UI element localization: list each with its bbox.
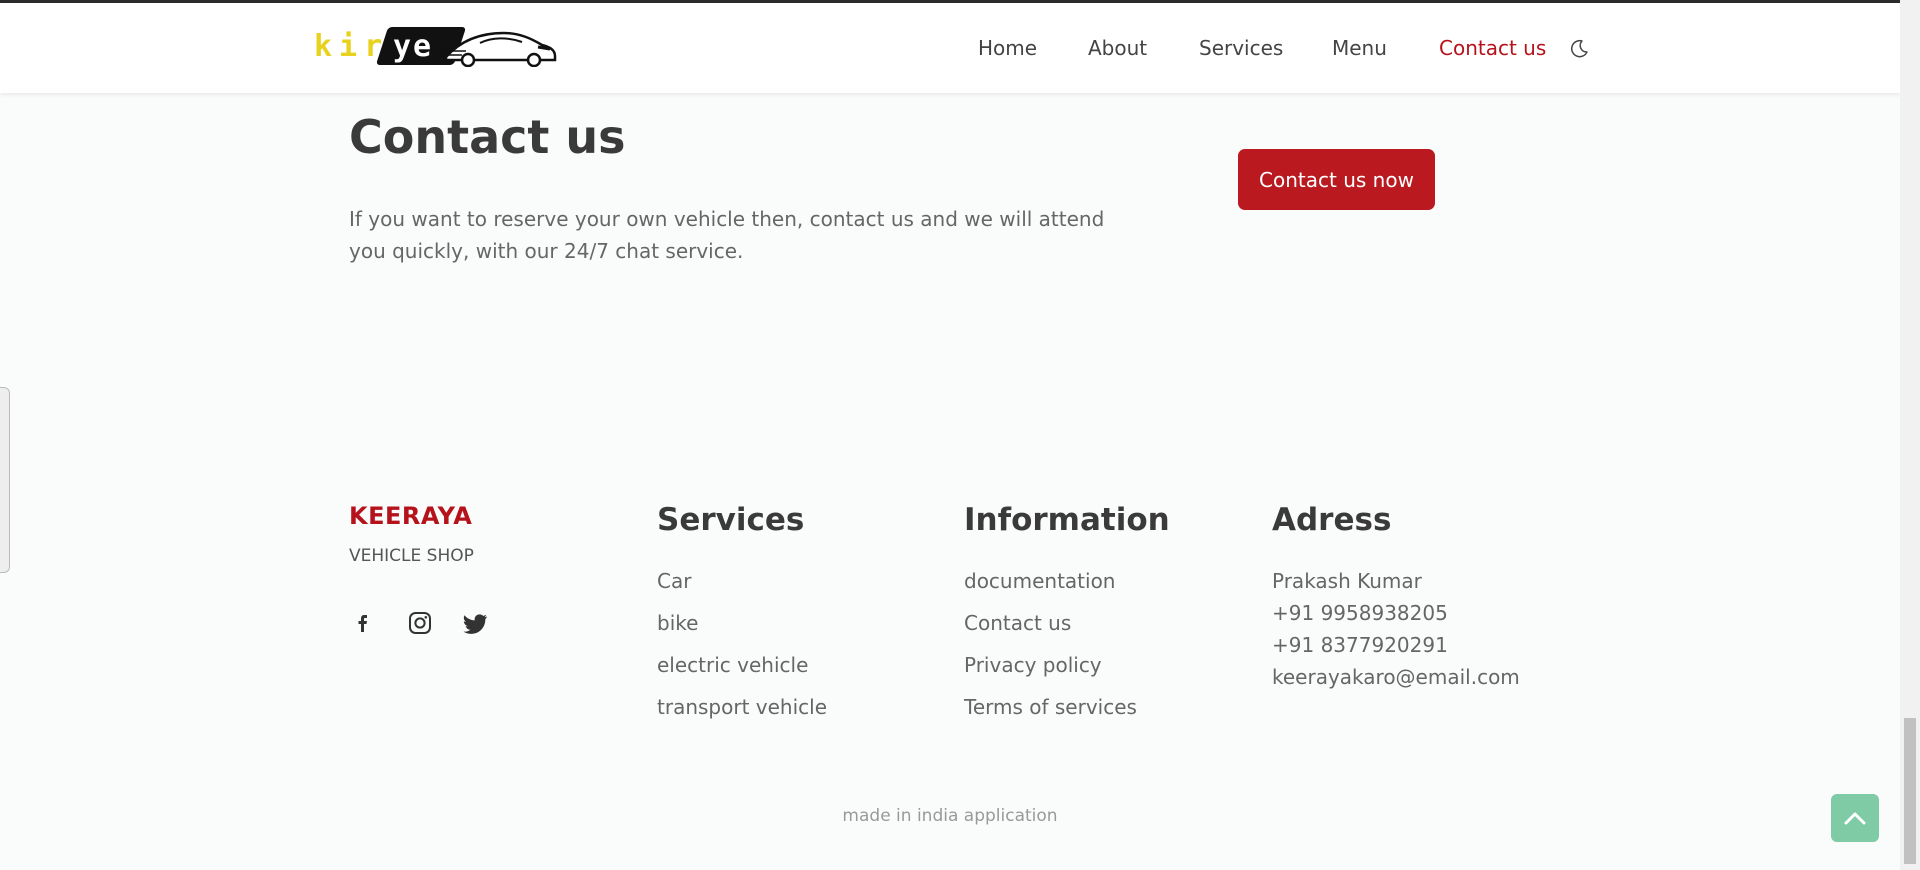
address-email: keerayakaro@email.com (1272, 665, 1520, 689)
address-phone-1: +91 9958938205 (1272, 601, 1448, 625)
header: kira ye Home About Services Menu Contact… (0, 3, 1900, 93)
footer-link-bike[interactable]: bike (657, 611, 698, 635)
footer-brand: KEERAYA (349, 502, 473, 530)
nav-menu[interactable]: Menu (1332, 36, 1387, 60)
footer-address-title: Adress (1272, 502, 1392, 538)
nav-home[interactable]: Home (978, 36, 1037, 60)
nav-about[interactable]: About (1088, 36, 1147, 60)
chevron-up-icon (1844, 812, 1866, 825)
footer-link-transport-vehicle[interactable]: transport vehicle (657, 695, 827, 719)
instagram-icon[interactable] (405, 608, 435, 638)
side-tab[interactable] (0, 387, 10, 573)
scroll-to-top-button[interactable] (1831, 794, 1879, 842)
contact-us-now-button[interactable]: Contact us now (1238, 149, 1435, 210)
made-in-india-text: made in india application (842, 806, 1058, 826)
logo-text-part2: ye (393, 29, 434, 64)
footer-link-terms-of-services[interactable]: Terms of services (964, 695, 1137, 719)
twitter-icon[interactable] (461, 608, 491, 638)
scrollbar-thumb[interactable] (1904, 718, 1916, 864)
footer-link-car[interactable]: Car (657, 569, 691, 593)
address-name: Prakash Kumar (1272, 569, 1422, 593)
logo[interactable]: kira ye (312, 23, 557, 71)
footer-link-contact-us[interactable]: Contact us (964, 611, 1071, 635)
address-phone-2: +91 8377920291 (1272, 633, 1448, 657)
footer-link-documentation[interactable]: documentation (964, 569, 1115, 593)
contact-description: If you want to reserve your own vehicle … (349, 207, 1105, 263)
nav-contact-us[interactable]: Contact us (1439, 36, 1546, 60)
facebook-icon[interactable] (349, 608, 379, 638)
footer-link-privacy-policy[interactable]: Privacy policy (964, 653, 1102, 677)
nav-services[interactable]: Services (1199, 36, 1283, 60)
footer-link-electric-vehicle[interactable]: electric vehicle (657, 653, 808, 677)
car-icon (442, 31, 557, 67)
footer-information-title: Information (964, 502, 1170, 538)
contact-title: Contact us (349, 110, 626, 164)
moon-icon[interactable] (1569, 39, 1589, 59)
footer-services-title: Services (657, 502, 805, 538)
footer-brand-subtitle: VEHICLE SHOP (349, 546, 474, 566)
